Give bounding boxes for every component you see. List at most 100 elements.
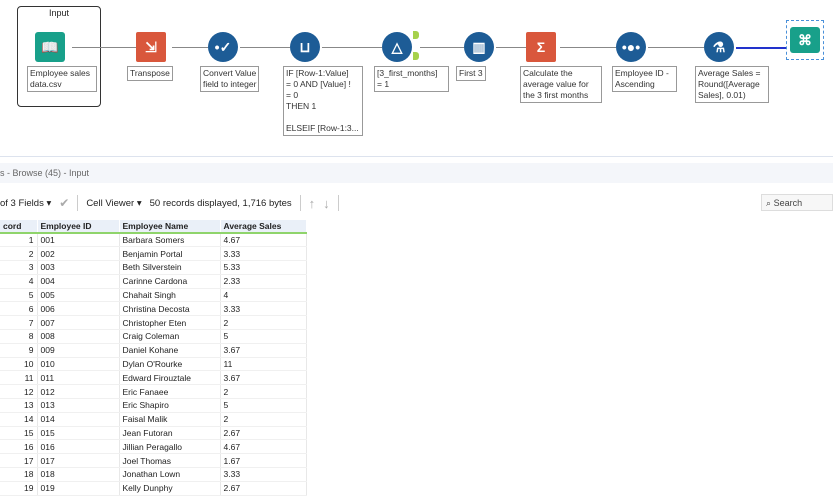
- employee-id-cell[interactable]: 001: [37, 233, 120, 248]
- employee-name-cell[interactable]: Barbara Somers: [119, 233, 221, 248]
- average-sales-cell[interactable]: 2: [220, 384, 307, 400]
- employee-name-cell[interactable]: Chahait Singh: [119, 288, 221, 303]
- record-number[interactable]: 17: [0, 453, 38, 469]
- employee-name-cell[interactable]: Jonathan Lown: [119, 467, 221, 482]
- transpose-tool[interactable]: ⇲: [136, 32, 166, 62]
- employee-id-cell[interactable]: 003: [37, 260, 120, 275]
- average-sales-cell[interactable]: 5.33: [220, 260, 307, 275]
- average-sales-cell[interactable]: 5: [220, 329, 307, 344]
- record-number[interactable]: 5: [0, 288, 38, 303]
- average-sales-cell[interactable]: 3.33: [220, 467, 307, 482]
- record-number[interactable]: 6: [0, 301, 38, 317]
- employee-name-cell[interactable]: Edward Firouztale: [119, 370, 221, 386]
- column-header-employee-name[interactable]: Employee Name: [119, 220, 221, 234]
- formula-tool[interactable]: ⚗: [704, 32, 734, 62]
- employee-name-cell[interactable]: Jean Futoran: [119, 426, 221, 441]
- average-sales-cell[interactable]: 3.67: [220, 370, 307, 386]
- cell-viewer-dropdown[interactable]: Cell Viewer ▾: [86, 198, 141, 209]
- arrow-up-icon[interactable]: ↑: [309, 196, 316, 211]
- employee-id-cell[interactable]: 014: [37, 412, 120, 427]
- table-row[interactable]: 11 011 Edward Firouztale 3.67: [0, 370, 307, 386]
- employee-id-cell[interactable]: 007: [37, 315, 120, 331]
- average-sales-cell[interactable]: 4.67: [220, 439, 307, 455]
- average-sales-cell[interactable]: 4.67: [220, 233, 307, 248]
- employee-id-cell[interactable]: 002: [37, 246, 120, 262]
- table-row[interactable]: 7 007 Christopher Eten 2: [0, 315, 307, 331]
- average-sales-cell[interactable]: 2: [220, 315, 307, 331]
- record-number[interactable]: 7: [0, 315, 38, 331]
- employee-id-cell[interactable]: 015: [37, 426, 120, 441]
- select-tool[interactable]: •✓: [208, 32, 238, 62]
- employee-name-cell[interactable]: Benjamin Portal: [119, 246, 221, 262]
- average-sales-cell[interactable]: 2.33: [220, 274, 307, 289]
- filter-tool[interactable]: △: [382, 32, 412, 62]
- sort-tool[interactable]: •●•: [616, 32, 646, 62]
- employee-id-cell[interactable]: 004: [37, 274, 120, 289]
- table-row[interactable]: 16 016 Jillian Peragallo 4.67: [0, 439, 307, 455]
- employee-name-cell[interactable]: Beth Silverstein: [119, 260, 221, 275]
- employee-id-cell[interactable]: 016: [37, 439, 120, 455]
- browse-tool[interactable]: ⌘: [786, 20, 824, 60]
- employee-id-cell[interactable]: 005: [37, 288, 120, 303]
- employee-name-cell[interactable]: Craig Coleman: [119, 329, 221, 344]
- average-sales-cell[interactable]: 2.67: [220, 426, 307, 441]
- record-number[interactable]: 1: [0, 233, 38, 248]
- record-number[interactable]: 13: [0, 398, 38, 413]
- employee-id-cell[interactable]: 010: [37, 357, 120, 372]
- table-row[interactable]: 5 005 Chahait Singh 4: [0, 288, 307, 303]
- average-sales-cell[interactable]: 3.67: [220, 343, 307, 358]
- employee-name-cell[interactable]: Eric Shapiro: [119, 398, 221, 413]
- employee-id-cell[interactable]: 018: [37, 467, 120, 482]
- record-number[interactable]: 2: [0, 246, 38, 262]
- record-number[interactable]: 12: [0, 384, 38, 400]
- average-sales-cell[interactable]: 1.67: [220, 453, 307, 469]
- record-number[interactable]: 16: [0, 439, 38, 455]
- employee-name-cell[interactable]: Carinne Cardona: [119, 274, 221, 289]
- workflow-canvas[interactable]: Input 📖 ⇲ •✓ ⊔ △ ▥ Σ •●• ⚗ ⌘ Employee sa…: [0, 0, 833, 157]
- table-row[interactable]: 4 004 Carinne Cardona 2.33: [0, 274, 307, 289]
- filter-false-anchor[interactable]: [413, 52, 419, 60]
- average-sales-cell[interactable]: 3.33: [220, 246, 307, 262]
- average-sales-cell[interactable]: 11: [220, 357, 307, 372]
- table-row[interactable]: 8 008 Craig Coleman 5: [0, 329, 307, 344]
- multi-row-formula-tool[interactable]: ⊔: [290, 32, 320, 62]
- column-header-employee-id[interactable]: Employee ID: [37, 220, 120, 234]
- table-row[interactable]: 15 015 Jean Futoran 2.67: [0, 426, 307, 441]
- record-number[interactable]: 10: [0, 357, 38, 372]
- employee-name-cell[interactable]: Faisal Malik: [119, 412, 221, 427]
- employee-id-cell[interactable]: 011: [37, 370, 120, 386]
- record-number[interactable]: 11: [0, 370, 38, 386]
- table-row[interactable]: 9 009 Daniel Kohane 3.67: [0, 343, 307, 358]
- table-row[interactable]: 18 018 Jonathan Lown 3.33: [0, 467, 307, 482]
- summarize-tool[interactable]: Σ: [526, 32, 556, 62]
- table-row[interactable]: 10 010 Dylan O'Rourke 11: [0, 357, 307, 372]
- employee-name-cell[interactable]: Christopher Eten: [119, 315, 221, 331]
- average-sales-cell[interactable]: 4: [220, 288, 307, 303]
- record-number[interactable]: 18: [0, 467, 38, 482]
- sample-tool[interactable]: ▥: [464, 32, 494, 62]
- table-row[interactable]: 19 019 Kelly Dunphy 2.67: [0, 481, 307, 496]
- record-number[interactable]: 19: [0, 481, 38, 496]
- employee-name-cell[interactable]: Daniel Kohane: [119, 343, 221, 358]
- input-data-tool[interactable]: 📖: [35, 32, 65, 62]
- table-row[interactable]: 2 002 Benjamin Portal 3.33: [0, 246, 307, 262]
- average-sales-cell[interactable]: 3.33: [220, 301, 307, 317]
- table-row[interactable]: 1 001 Barbara Somers 4.67: [0, 233, 307, 248]
- employee-name-cell[interactable]: Jillian Peragallo: [119, 439, 221, 455]
- column-header-average-sales[interactable]: Average Sales: [220, 220, 307, 234]
- average-sales-cell[interactable]: 2: [220, 412, 307, 427]
- employee-id-cell[interactable]: 017: [37, 453, 120, 469]
- record-number[interactable]: 9: [0, 343, 38, 358]
- table-row[interactable]: 13 013 Eric Shapiro 5: [0, 398, 307, 413]
- employee-name-cell[interactable]: Eric Fanaee: [119, 384, 221, 400]
- search-input[interactable]: ⌕ Search: [761, 194, 833, 211]
- table-row[interactable]: 14 014 Faisal Malik 2: [0, 412, 307, 427]
- record-number[interactable]: 8: [0, 329, 38, 344]
- average-sales-cell[interactable]: 2.67: [220, 481, 307, 496]
- average-sales-cell[interactable]: 5: [220, 398, 307, 413]
- employee-name-cell[interactable]: Joel Thomas: [119, 453, 221, 469]
- apply-check-icon[interactable]: ✔: [59, 196, 69, 210]
- employee-name-cell[interactable]: Christina Decosta: [119, 301, 221, 317]
- employee-id-cell[interactable]: 019: [37, 481, 120, 496]
- record-number[interactable]: 4: [0, 274, 38, 289]
